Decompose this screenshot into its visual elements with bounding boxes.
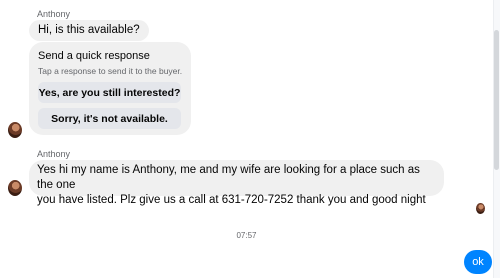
quick-response-sorry-button[interactable]: Sorry, it's not available. [38,108,181,129]
sender-name: Anthony [37,9,71,19]
message-line: you have listed. Plz give us a call at 6… [37,194,426,206]
quick-response-subtitle: Tap a response to send it to the buyer. [38,66,183,76]
scrollbar[interactable] [493,0,500,278]
message-line: Yes hi my name is Anthony, me and my wif… [37,164,420,191]
quick-response-title: Send a quick response [38,50,150,62]
quick-response-card: Send a quick response Tap a response to … [29,42,191,135]
sender-name: Anthony [37,149,71,159]
scrollbar-thumb[interactable] [494,30,499,170]
read-receipt-avatar [476,203,485,214]
quick-response-yes-button[interactable]: Yes, are you still interested? [38,82,181,103]
incoming-message-bubble[interactable]: Yes hi my name is Anthony, me and my wif… [29,160,444,206]
message-timestamp: 07:57 [236,231,257,240]
outgoing-message-bubble[interactable]: ok [464,250,492,274]
sender-avatar[interactable] [8,180,22,196]
chat-thread: Anthony Hi, is this available? Send a qu… [0,0,500,278]
incoming-message-bubble[interactable]: Hi, is this available? [29,20,149,41]
sender-avatar[interactable] [8,122,22,138]
